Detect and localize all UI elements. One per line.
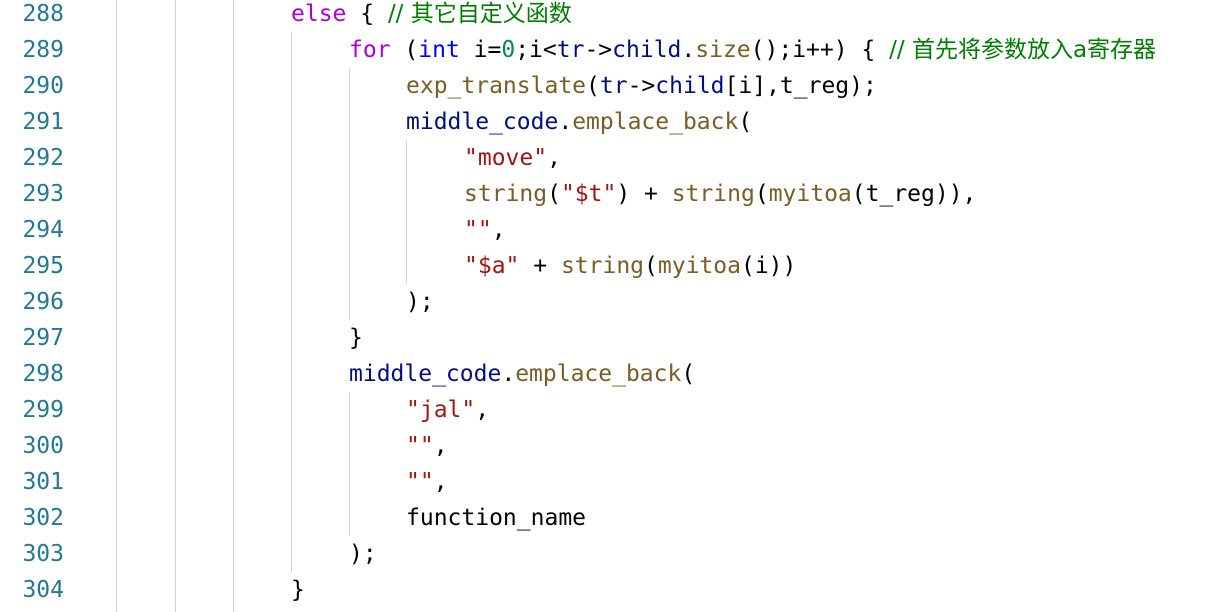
code-token-plain: ( (644, 253, 658, 279)
code-token-plain: ;i< (515, 37, 557, 63)
code-token-plain: , (433, 433, 448, 459)
code-token-string: "$t" (560, 181, 617, 207)
code-token-function: string (560, 253, 645, 279)
code-token-string: "move" (464, 145, 548, 171)
code-token-plain: -> (584, 37, 613, 63)
code-line[interactable]: middle_code.emplace_back( (349, 356, 695, 392)
code-line[interactable]: ); (406, 284, 434, 320)
code-token-plain: ( (738, 109, 753, 135)
indent-guide (291, 32, 292, 572)
code-token-plain: ( (681, 361, 696, 387)
code-token-plain: , (433, 469, 448, 495)
code-token-plain: ( (754, 181, 769, 207)
code-token-function: myitoa (768, 181, 852, 207)
indent-guide (406, 140, 407, 284)
code-token-plain: { (346, 1, 388, 27)
code-token-identifier: child (612, 37, 682, 63)
code-token-plain: (t_reg)), (851, 181, 977, 207)
code-token-string: "$a" (464, 253, 520, 279)
code-token-plain: ( (547, 181, 561, 207)
code-token-string: "" (406, 469, 434, 495)
code-token-function: emplace_back (515, 361, 682, 387)
code-line[interactable]: exp_translate(tr->child[i],t_reg); (406, 68, 877, 104)
indent-guide (233, 0, 234, 612)
indent-guide (349, 68, 350, 320)
code-line[interactable]: "$a" + string(myitoa(i)) (464, 248, 796, 284)
code-token-identifier: tr (556, 37, 585, 63)
code-token-plain: function_name (406, 505, 587, 531)
code-token-plain: , (547, 145, 561, 171)
indent-guide (116, 0, 117, 612)
code-token-plain: ( (390, 37, 419, 63)
code-line[interactable]: "", (464, 212, 506, 248)
code-token-function: myitoa (657, 253, 741, 279)
code-line[interactable]: string("$t") + string(myitoa(t_reg)), (464, 176, 976, 212)
code-token-string: "" (406, 433, 434, 459)
code-line[interactable]: else { // 其它自定义函数 (291, 0, 572, 32)
code-token-plain: } (291, 577, 305, 603)
code-token-number: 0 (501, 37, 516, 63)
code-token-function: size (695, 37, 751, 63)
code-token-plain: ); (406, 289, 434, 315)
code-token-identifier: middle_code (349, 361, 502, 387)
code-token-plain: , (491, 217, 506, 243)
code-line[interactable]: "", (406, 464, 448, 500)
code-line[interactable]: } (349, 320, 363, 356)
code-token-plain: . (501, 361, 516, 387)
code-token-comment: // 其它自定义函数 (387, 1, 572, 27)
code-token-plain: . (681, 37, 696, 63)
code-token-function: string (671, 181, 755, 207)
code-token-plain: ();i++) { (750, 37, 890, 63)
code-token-plain: . (558, 109, 573, 135)
code-token-string: "jal" (406, 397, 476, 423)
code-token-function: exp_translate (406, 73, 587, 99)
indent-guide (175, 0, 176, 612)
code-token-plain: ) + (616, 181, 672, 207)
code-line[interactable]: "move", (464, 140, 561, 176)
code-token-function: emplace_back (572, 109, 739, 135)
code-token-identifier: middle_code (406, 109, 559, 135)
code-line[interactable]: "", (406, 428, 448, 464)
code-line[interactable]: middle_code.emplace_back( (406, 104, 752, 140)
code-line[interactable]: "jal", (406, 392, 489, 428)
code-token-identifier: child (655, 73, 725, 99)
code-token-identifier: tr (599, 73, 628, 99)
code-line[interactable]: for (int i=0;i<tr->child.size();i++) { /… (349, 32, 1156, 68)
code-editor[interactable]: 288 289 290 291 292 293 294 295 296 297 298 299 300 3… (0, 0, 1222, 612)
indent-guide (349, 392, 350, 536)
code-token-plain: (i)) (740, 253, 797, 279)
code-token-function: string (464, 181, 548, 207)
code-line[interactable]: function_name (406, 500, 586, 536)
code-token-plain: [i],t_reg); (724, 73, 877, 99)
code-area[interactable]: else { // 其它自定义函数 for (int i=0;i<tr->chil… (0, 0, 1222, 612)
code-line[interactable]: } (291, 572, 305, 608)
code-token-keyword: else (291, 1, 347, 27)
code-token-keyword: for (349, 37, 391, 63)
code-token-string: "" (464, 217, 492, 243)
code-token-plain: } (349, 325, 363, 351)
code-token-plain: -> (627, 73, 656, 99)
code-token-type-keyword: int (418, 37, 460, 63)
code-line[interactable]: ); (349, 536, 377, 572)
code-token-plain: ); (349, 541, 377, 567)
code-token-plain: + (519, 253, 561, 279)
code-token-plain: ( (586, 73, 600, 99)
code-token-plain: i= (459, 37, 502, 63)
code-token-comment: // 首先将参数放入a寄存器 (889, 37, 1157, 63)
code-token-plain: , (475, 397, 490, 423)
